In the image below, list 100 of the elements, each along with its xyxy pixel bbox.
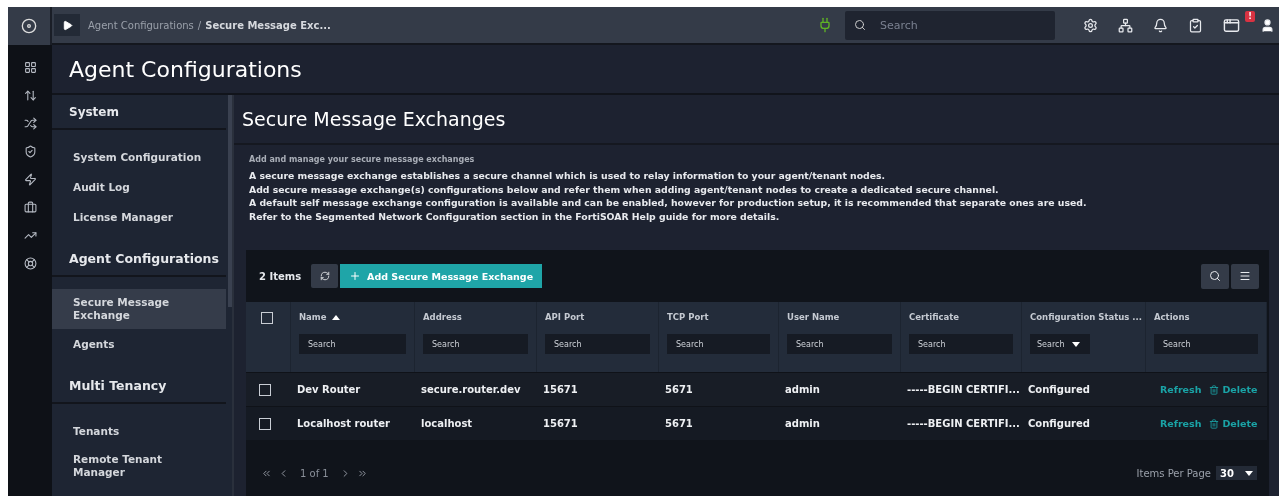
hierarchy-button[interactable] xyxy=(1118,17,1133,33)
refresh-link[interactable]: Refresh xyxy=(1160,384,1202,396)
description-line: Refer to the Segmented Network Configuration section in the FortiSOAR Help guide for more details. xyxy=(249,209,781,224)
filter-field[interactable]: Search xyxy=(545,334,650,355)
filter-field[interactable]: Search xyxy=(423,334,528,355)
table-cell: 15671 xyxy=(543,418,578,430)
table-cell: 5671 xyxy=(665,418,693,430)
clipboard-check-icon xyxy=(1188,17,1203,33)
row-checkbox[interactable] xyxy=(259,417,271,430)
column-header[interactable]: TCP Port xyxy=(667,312,709,323)
item-count: 2 Items xyxy=(259,270,302,282)
caret-icon xyxy=(1072,341,1081,347)
items-per-page-select[interactable]: 30 xyxy=(1216,466,1257,480)
table-cell: secure.router.dev xyxy=(421,384,521,396)
notification-badge: ! xyxy=(1245,10,1255,22)
search-field[interactable]: Search xyxy=(845,10,1055,40)
shield-icon[interactable] xyxy=(23,145,37,158)
column-header[interactable]: User Name xyxy=(787,312,840,323)
sidebar-item[interactable]: Secure Message Exchange xyxy=(52,289,226,329)
sort-arrows-icon[interactable] xyxy=(23,89,37,102)
sidebar-item[interactable]: Tenants xyxy=(52,416,226,446)
table-cell: Localhost router xyxy=(297,418,390,430)
briefcase-icon[interactable] xyxy=(23,201,37,214)
shuffle-icon[interactable] xyxy=(23,117,37,130)
table-cell: localhost xyxy=(421,418,473,430)
table-cell: admin xyxy=(785,384,820,396)
search-icon xyxy=(854,19,866,31)
refresh-button[interactable] xyxy=(311,264,339,289)
menu-icon xyxy=(1239,270,1251,283)
search-input[interactable]: Search xyxy=(878,10,1055,40)
menu-button[interactable] xyxy=(1231,263,1259,289)
sidebar-toggle-button[interactable] xyxy=(54,14,80,36)
sidebar-section-title: System xyxy=(52,95,226,130)
delete-link[interactable]: Delete xyxy=(1209,384,1258,396)
plus-icon xyxy=(349,270,362,283)
table-cell: 15671 xyxy=(543,384,578,396)
window-icon xyxy=(1223,16,1240,34)
sidebar-item[interactable]: Audit Log xyxy=(52,172,226,202)
plug-icon[interactable] xyxy=(817,17,833,33)
table-cell: -----BEGIN CERTIFI... xyxy=(907,418,1020,430)
hierarchy-icon xyxy=(1118,17,1133,33)
play-icon xyxy=(61,19,73,31)
settings-button[interactable] xyxy=(1083,17,1098,33)
filter-field[interactable]: Search xyxy=(299,334,406,355)
description-line: Add secure message exchange(s) configurations below and refer them when adding agent/tenant nodes to create a dedicated secure channel. xyxy=(249,182,1000,197)
sort-caret-icon xyxy=(332,314,341,320)
column-header[interactable]: Name xyxy=(299,312,341,323)
column-header[interactable]: Configuration Status ... xyxy=(1030,312,1143,323)
description-line: A default self message exchange configuration is available and can be enabled, however for production setup, it is recommended that separate ones are used. xyxy=(249,196,1088,210)
column-header[interactable]: API Port xyxy=(545,312,585,323)
lifebuoy-icon[interactable] xyxy=(23,257,37,270)
table-cell: Configured xyxy=(1028,384,1090,396)
description-line: A secure message exchange establishes a secure channel which is used to relay information to your agent/tenant nodes. xyxy=(249,169,887,183)
section-subtitle: Add and manage your secure message exchanges xyxy=(249,155,476,164)
breadcrumb-separator: / xyxy=(197,19,202,31)
dashboard-icon[interactable] xyxy=(23,61,37,74)
sidebar-item[interactable]: System Configuration xyxy=(52,142,226,172)
caret-icon xyxy=(1245,470,1253,476)
bell-button[interactable] xyxy=(1153,17,1168,33)
clipboard-check-button[interactable] xyxy=(1188,17,1203,33)
page-title: Agent Configurations xyxy=(69,56,302,82)
filter-field[interactable]: Search xyxy=(909,334,1013,355)
bolt-icon[interactable] xyxy=(23,173,37,186)
app-settings-button[interactable] xyxy=(1223,16,1240,34)
sidebar-section-title: Multi Tenancy xyxy=(52,369,226,404)
page-indicator: 1 of 1 xyxy=(300,467,329,479)
search-icon xyxy=(1209,270,1221,283)
row-checkbox[interactable] xyxy=(259,383,271,396)
sidebar-item[interactable]: License Manager xyxy=(52,202,226,232)
filter-dropdown[interactable]: Search xyxy=(1030,334,1090,355)
refresh-icon xyxy=(319,271,330,282)
select-all-checkbox[interactable] xyxy=(261,312,273,325)
user-button[interactable] xyxy=(1260,17,1275,33)
user-icon xyxy=(1260,17,1275,33)
trash-icon xyxy=(1209,384,1220,395)
breadcrumb-item[interactable]: Agent Configurations xyxy=(88,19,194,31)
column-header[interactable]: Actions xyxy=(1154,312,1190,323)
filter-field[interactable]: Search xyxy=(667,334,770,355)
filter-field[interactable]: Search xyxy=(1154,334,1258,355)
sidebar-item[interactable]: Agents xyxy=(52,329,226,359)
sidebar-item[interactable]: Remote Tenant Manager xyxy=(52,446,226,486)
items-per-page-label: Items Per Page xyxy=(1136,467,1211,479)
refresh-link[interactable]: Refresh xyxy=(1160,418,1202,430)
filter-field[interactable]: Search xyxy=(787,334,892,355)
delete-link[interactable]: Delete xyxy=(1209,418,1258,430)
table-cell: 5671 xyxy=(665,384,693,396)
breadcrumb-item: Secure Message Exc... xyxy=(205,19,331,31)
trash-icon xyxy=(1209,418,1220,429)
column-header[interactable]: Address xyxy=(423,312,462,323)
section-title: Secure Message Exchanges xyxy=(242,108,506,130)
chart-icon[interactable] xyxy=(23,229,37,242)
table-cell: -----BEGIN CERTIFI... xyxy=(907,384,1020,396)
table-cell: Configured xyxy=(1028,418,1090,430)
logo-icon[interactable] xyxy=(21,18,37,34)
bell-icon xyxy=(1153,17,1168,33)
sidebar-section-title: Agent Configurations xyxy=(52,242,226,277)
settings-icon xyxy=(1083,17,1098,33)
table-cell: admin xyxy=(785,418,820,430)
search-button[interactable] xyxy=(1201,263,1229,289)
column-header[interactable]: Certificate xyxy=(909,312,960,323)
